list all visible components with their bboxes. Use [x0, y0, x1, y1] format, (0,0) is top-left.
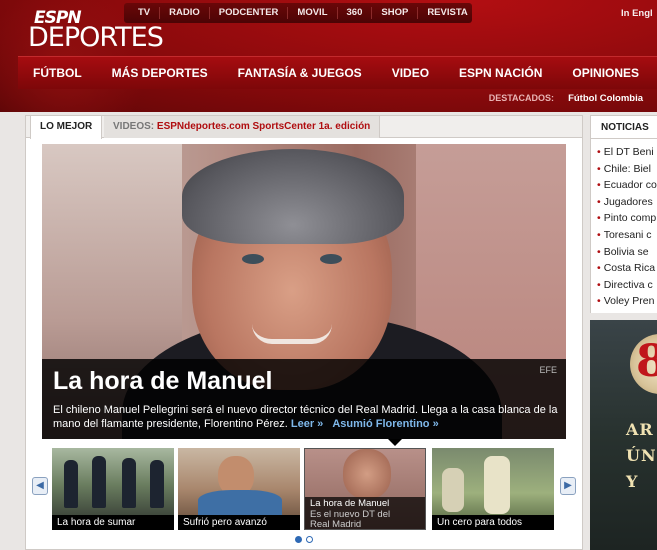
- site-header: ESPN DEPORTES TV RADIO PODCENTER MOVIL 3…: [0, 0, 657, 112]
- carousel-item[interactable]: La hora de sumar: [52, 448, 174, 530]
- ad-text-line1: AR: [626, 420, 654, 439]
- main-nav-espn-nacion[interactable]: ESPN NACIÓN: [444, 66, 557, 80]
- carousel-prev-button[interactable]: ◀: [32, 477, 48, 495]
- noticia-link[interactable]: El DT Beni: [597, 144, 657, 161]
- hero-caption: La hora de Manuel EFE El chileno Manuel …: [42, 359, 566, 439]
- top-nav-revista[interactable]: REVISTA: [418, 7, 476, 19]
- main-nav-video[interactable]: VIDEO: [377, 66, 444, 80]
- noticia-link[interactable]: Jugadores: [597, 194, 657, 211]
- thumbnail-carousel: ◀ La hora de sumar Sufrió pero avanzó La…: [26, 447, 582, 543]
- carousel-item[interactable]: Un cero para todos: [432, 448, 554, 530]
- hero-image[interactable]: La hora de Manuel EFE El chileno Manuel …: [42, 144, 566, 439]
- ad-number: 8: [636, 336, 657, 387]
- noticia-link[interactable]: Directiva c: [597, 277, 657, 294]
- hero-title[interactable]: La hora de Manuel: [53, 367, 272, 396]
- destacados-bar: DESTACADOS: Fútbol Colombia: [18, 89, 657, 107]
- main-nav-opiniones[interactable]: OPINIONES: [557, 66, 654, 80]
- noticia-link[interactable]: Chile: Biel: [597, 161, 657, 178]
- tab-videos[interactable]: VIDEOS: ESPNdeportes.com SportsCenter 1a…: [104, 116, 381, 138]
- carousel-dot-2[interactable]: [306, 536, 313, 543]
- hero-description: El chileno Manuel Pellegrini será el nue…: [53, 403, 558, 431]
- active-thumb-sub2: Real Madrid: [310, 519, 362, 530]
- main-nav-fantasia[interactable]: FANTASÍA & JUEGOS: [223, 66, 377, 80]
- logo-deportes-text: DEPORTES: [28, 22, 164, 53]
- photo-credit: EFE: [539, 365, 557, 375]
- panel-tabs: LO MEJOR VIDEOS: ESPNdeportes.com Sports…: [26, 116, 582, 139]
- top-nav-movil[interactable]: MOVIL: [288, 7, 338, 19]
- noticia-link[interactable]: Bolivia se: [597, 244, 657, 261]
- asumio-florentino-link[interactable]: Asumió Florentino »: [332, 418, 438, 430]
- ad-text-line3: Y: [626, 472, 639, 491]
- noticia-link[interactable]: Voley Pren: [597, 293, 657, 310]
- carousel-next-button[interactable]: ▶: [560, 477, 576, 495]
- language-link[interactable]: In Engl: [621, 8, 653, 19]
- top-nav-shop[interactable]: SHOP: [372, 7, 419, 19]
- destacados-link[interactable]: Fútbol Colombia: [568, 93, 643, 104]
- carousel-caption: Un cero para todos: [432, 515, 554, 530]
- tab-videos-label: VIDEOS:: [113, 121, 155, 132]
- main-nav-futbol[interactable]: FÚTBOL: [18, 66, 97, 80]
- carousel-dot-1[interactable]: [295, 536, 302, 543]
- ad-emblem: 8: [630, 334, 657, 394]
- carousel-item-active[interactable]: La hora de Manuel Es el nuevo DT del Rea…: [304, 448, 426, 530]
- carousel-pagination: [295, 536, 313, 543]
- top-nav-360[interactable]: 360: [338, 7, 373, 19]
- featured-panel: LO MEJOR VIDEOS: ESPNdeportes.com Sports…: [25, 115, 583, 550]
- advertisement-banner[interactable]: 8 AR ÚN Y: [590, 320, 657, 550]
- ad-text-line2: ÚN: [626, 446, 657, 465]
- noticia-link[interactable]: Toresani c: [597, 227, 657, 244]
- top-nav-radio[interactable]: RADIO: [160, 7, 210, 19]
- tab-lo-mejor[interactable]: LO MEJOR: [30, 116, 103, 139]
- carousel-caption: Sufrió pero avanzó: [178, 515, 300, 530]
- active-thumb-title: La hora de Manuel: [310, 498, 390, 509]
- noticias-heading: NOTICIAS: [601, 122, 649, 133]
- noticia-link[interactable]: Ecuador co: [597, 177, 657, 194]
- destacados-label: DESTACADOS:: [488, 93, 555, 103]
- active-thumb-pointer: [388, 439, 402, 446]
- top-nav-podcenter[interactable]: PODCENTER: [210, 7, 289, 19]
- carousel-caption: La hora de sumar: [52, 515, 174, 530]
- noticias-sidebar: NOTICIAS El DT Beni Chile: Biel Ecuador …: [590, 115, 657, 313]
- main-nav-mas-deportes[interactable]: MÁS DEPORTES: [97, 66, 223, 80]
- noticias-list: El DT Beni Chile: Biel Ecuador co Jugado…: [597, 144, 657, 310]
- carousel-item[interactable]: Sufrió pero avanzó: [178, 448, 300, 530]
- main-nav: FÚTBOL MÁS DEPORTES FANTASÍA & JUEGOS VI…: [18, 56, 657, 89]
- leer-link[interactable]: Leer »: [291, 418, 323, 430]
- active-thumb-caption: La hora de Manuel Es el nuevo DT del Rea…: [305, 497, 425, 530]
- tab-videos-link[interactable]: ESPNdeportes.com SportsCenter 1a. edició…: [157, 121, 370, 132]
- top-nav: TV RADIO PODCENTER MOVIL 360 SHOP REVIST…: [124, 3, 472, 23]
- noticia-link[interactable]: Pinto comp: [597, 210, 657, 227]
- top-nav-tv[interactable]: TV: [124, 7, 161, 19]
- noticia-link[interactable]: Costa Rica: [597, 260, 657, 277]
